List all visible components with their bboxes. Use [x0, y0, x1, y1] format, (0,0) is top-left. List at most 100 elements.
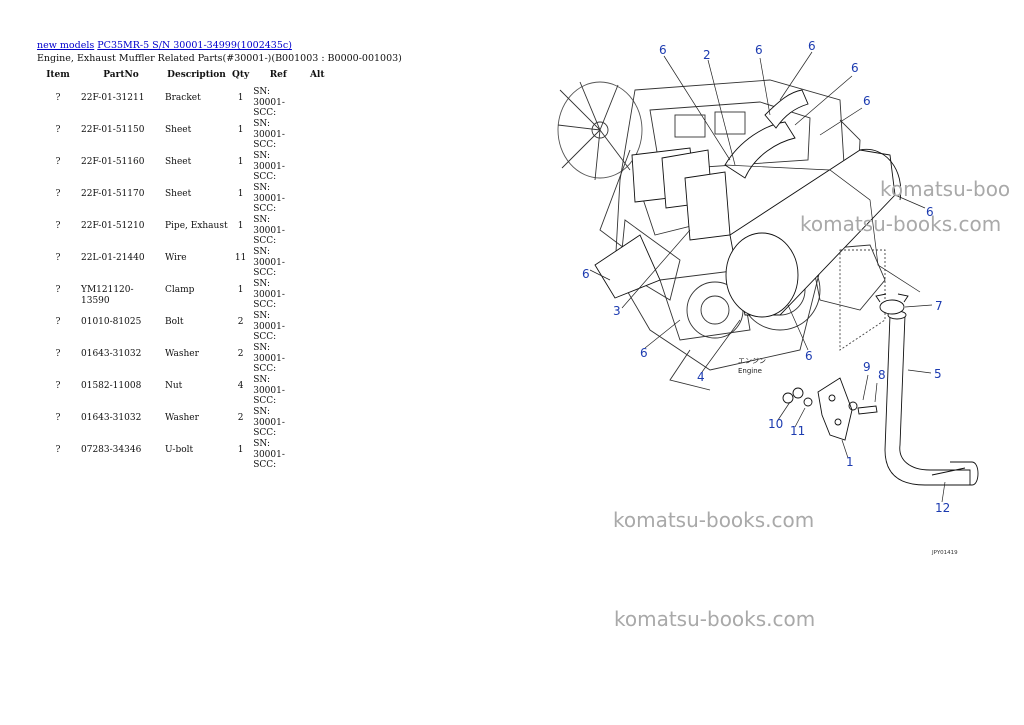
ref-cell: SN: 30001-SCC: — [253, 311, 285, 342]
drawing-code: JPY01419 — [931, 550, 958, 556]
partno-cell: 22F-01-51160 — [81, 157, 145, 167]
callout-6i: 6 — [805, 349, 813, 363]
callout-6c: 6 — [808, 39, 816, 53]
qty-cell: 2 — [237, 317, 244, 327]
partno-cell: 01582-11008 — [81, 381, 142, 391]
partno-cell: 01643-31032 — [81, 349, 142, 359]
ref-cell: SN: 30001-SCC: — [253, 375, 285, 406]
table-row: ? YM121120-13590 Clamp 1 SN: 30001-SCC: — [37, 279, 329, 311]
page-subtitle: Engine, Exhaust Muffler Related Parts(#3… — [37, 53, 402, 64]
table-row: ? 07283-34346 U-bolt 1 SN: 30001-SCC: — [37, 439, 329, 471]
table-row: ? 01582-11008 Nut 4 SN: 30001-SCC: — [37, 375, 329, 407]
breadcrumb-link-new-models[interactable]: new models — [37, 40, 94, 51]
callout-6b: 6 — [755, 43, 763, 57]
callout-4: 4 — [697, 370, 705, 384]
callout-12: 12 — [935, 501, 950, 515]
partno-cell: 22L-01-21440 — [81, 253, 145, 263]
ref-cell: SN: 30001-SCC: — [253, 119, 285, 150]
item-cell: ? — [55, 93, 61, 103]
alt-cell — [305, 343, 329, 375]
qty-cell: 2 — [237, 349, 244, 359]
item-cell: ? — [55, 221, 61, 231]
description-cell: U-bolt — [165, 445, 194, 455]
description-cell: Bracket — [165, 93, 201, 103]
exhaust-pipe-icon — [884, 310, 979, 486]
callout-6h: 6 — [640, 346, 648, 360]
watermark-4: komatsu-books.com — [614, 607, 816, 631]
parts-list-panel: new models PC35MR-5 S/N 30001-34999(1002… — [37, 40, 437, 471]
parts-table: Item PartNo Description Qty Ref Alt ? 22F… — [37, 67, 329, 471]
header-alt: Alt — [309, 70, 325, 80]
callout-6g: 6 — [582, 267, 590, 281]
item-cell: ? — [55, 285, 61, 295]
header-qty: Qty — [232, 70, 250, 80]
exploded-diagram: 6 2 6 6 6 6 6 6 3 6 4 6 7 9 8 5 10 11 1 … — [540, 30, 1024, 590]
qty-cell: 1 — [237, 221, 244, 231]
item-cell: ? — [55, 157, 61, 167]
qty-cell: 2 — [237, 413, 244, 423]
ref-cell: SN: 30001-SCC: — [253, 247, 285, 278]
partno-cell: YM121120-13590 — [81, 285, 134, 306]
description-cell: Sheet — [165, 125, 192, 135]
breadcrumb-link-model[interactable]: PC35MR-5 S/N 30001-34999(1002435c) — [97, 40, 292, 51]
alt-cell — [305, 407, 329, 439]
qty-cell: 1 — [237, 445, 244, 455]
alt-cell — [305, 87, 329, 119]
description-cell: Clamp — [165, 285, 195, 295]
header-ref: Ref — [269, 70, 287, 80]
ref-cell: SN: 30001-SCC: — [253, 407, 285, 438]
description-cell: Washer — [165, 413, 199, 423]
heat-shield-sheets — [594, 147, 731, 299]
partno-cell: 22F-01-31211 — [81, 93, 145, 103]
qty-cell: 1 — [237, 125, 244, 135]
table-row: ? 22F-01-51210 Pipe, Exhaust 1 SN: 30001-SCC… — [37, 215, 329, 247]
qty-cell: 1 — [237, 157, 244, 167]
watermark-3: komatsu-books.com — [613, 508, 815, 532]
description-cell: Wire — [165, 253, 187, 263]
table-row: ? 22F-01-51160 Sheet 1 SN: 30001-SCC: — [37, 151, 329, 183]
qty-cell: 11 — [234, 253, 247, 263]
parts-table-body: ? 22F-01-31211 Bracket 1 SN: 30001-SCC:? 22F-… — [37, 87, 329, 471]
ref-cell: SN: 30001-SCC: — [253, 87, 285, 118]
callout-3: 3 — [613, 304, 621, 318]
breadcrumb: new models PC35MR-5 S/N 30001-34999(1002… — [37, 40, 437, 52]
description-cell: Sheet — [165, 189, 192, 199]
ref-cell: SN: 30001-SCC: — [253, 183, 285, 214]
alt-cell — [305, 183, 329, 215]
watermark-1: komatsu-boo — [880, 177, 1011, 201]
ref-cell: SN: 30001-SCC: — [253, 439, 285, 470]
bracket-icon — [817, 377, 853, 441]
engine-label-jp: エンジン — [738, 357, 766, 365]
alt-cell — [305, 151, 329, 183]
qty-cell: 1 — [237, 93, 244, 103]
header-item: Item — [46, 70, 70, 80]
table-row: ? 01010-81025 Bolt 2 SN: 30001-SCC: — [37, 311, 329, 343]
item-cell: ? — [55, 125, 61, 135]
item-cell: ? — [55, 189, 61, 199]
engine-label-en: Engine — [738, 367, 762, 375]
qty-cell: 1 — [237, 189, 244, 199]
callout-10: 10 — [768, 417, 783, 431]
item-cell: ? — [55, 413, 61, 423]
alt-cell — [305, 247, 329, 279]
watermark-2: komatsu-books.com — [800, 212, 1002, 236]
table-row: ? 01643-31032 Washer 2 SN: 30001-SCC: — [37, 343, 329, 375]
alt-cell — [305, 311, 329, 343]
table-row: ? 22L-01-21440 Wire 11 SN: 30001-SCC: — [37, 247, 329, 279]
partno-cell: 01010-81025 — [81, 317, 142, 327]
partno-cell: 01643-31032 — [81, 413, 142, 423]
fan-icon — [557, 81, 643, 181]
alt-cell — [305, 279, 329, 311]
item-cell: ? — [55, 253, 61, 263]
callout-6e: 6 — [863, 94, 871, 108]
fasteners-icon — [782, 387, 966, 476]
qty-cell: 1 — [237, 285, 244, 295]
header-description: Description — [167, 70, 226, 80]
alt-cell — [305, 375, 329, 407]
table-header-row: Item PartNo Description Qty Ref Alt — [37, 67, 329, 87]
callout-2: 2 — [703, 48, 711, 62]
table-row: ? 22F-01-51150 Sheet 1 SN: 30001-SCC: — [37, 119, 329, 151]
description-cell: Sheet — [165, 157, 192, 167]
description-cell: Nut — [165, 381, 183, 391]
engine-muffler-illustration: 6 2 6 6 6 6 6 6 3 6 4 6 7 9 8 5 10 11 1 … — [557, 39, 979, 556]
